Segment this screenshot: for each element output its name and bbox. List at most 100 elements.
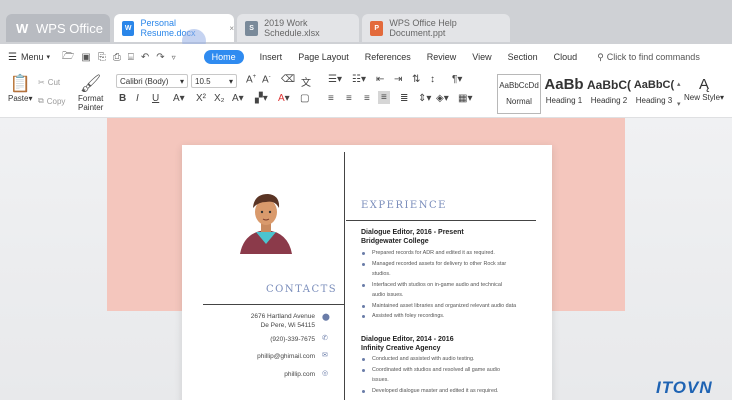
customize-icon[interactable]: ▿ bbox=[172, 53, 176, 62]
contacts-heading: CONTACTS bbox=[266, 284, 338, 295]
website: phillip.com bbox=[284, 371, 315, 378]
font-name-select[interactable]: Calibri (Body) ▾ bbox=[116, 74, 188, 88]
spreadsheet-icon: S bbox=[245, 20, 259, 36]
decrease-indent-icon[interactable]: ⇤ bbox=[376, 74, 384, 85]
shading-icon[interactable]: ◈▾ bbox=[436, 93, 449, 104]
clear-format-icon[interactable]: ⌫ bbox=[281, 74, 295, 85]
menu-button[interactable]: ☰ Menu ▾ bbox=[8, 52, 50, 63]
line-spacing-icon[interactable]: ↕ bbox=[430, 74, 435, 85]
experience-rule bbox=[346, 220, 536, 221]
phonetic-icon[interactable]: 文 bbox=[301, 74, 311, 89]
job-1-header: Dialogue Editor, 2016 - Present Bridgewa… bbox=[361, 229, 464, 245]
print-icon[interactable]: ⎙ bbox=[113, 52, 121, 63]
tab-review[interactable]: Review bbox=[427, 52, 457, 62]
tab-insert[interactable]: Insert bbox=[260, 52, 283, 62]
italic-icon[interactable]: I bbox=[136, 93, 139, 104]
numbering-icon[interactable]: ☷▾ bbox=[352, 74, 366, 85]
tab-home[interactable]: Home bbox=[203, 50, 244, 64]
presentation-icon: P bbox=[370, 20, 384, 36]
column-divider bbox=[344, 152, 345, 400]
quick-access-toolbar: 🗁 ▣ ⎘ ⎙ ⌸ ↶ ↷ ▿ bbox=[62, 49, 176, 66]
copy-button[interactable]: ⧉ Copy bbox=[38, 96, 65, 106]
scissors-icon: ✂ bbox=[38, 78, 45, 87]
paste-button[interactable]: 📋 Paste▾ bbox=[8, 74, 32, 103]
hamburger-icon: ☰ bbox=[8, 51, 17, 63]
cut-button[interactable]: ✂ Cut bbox=[38, 78, 60, 87]
app-brand[interactable]: W WPS Office bbox=[6, 14, 110, 42]
find-commands[interactable]: ⚲ Click to find commands bbox=[597, 52, 700, 63]
tab-bar: W WPS Office W Personal Resume.docx × S … bbox=[0, 0, 732, 44]
chevron-down-icon: ▾ bbox=[228, 76, 233, 86]
list-item: Coordinated with studios and resolved al… bbox=[362, 365, 546, 376]
borders-icon[interactable]: ▦▾ bbox=[458, 93, 472, 104]
tab-page-layout[interactable]: Page Layout bbox=[298, 52, 349, 62]
list-item-continuation: issues. bbox=[372, 377, 389, 383]
list-item: Conducted and assisted with audio testin… bbox=[362, 354, 546, 365]
align-center-icon[interactable]: ≡ bbox=[346, 93, 352, 104]
export-icon[interactable]: ⎘ bbox=[98, 52, 106, 63]
job-2-header: Dialogue Editor, 2014 - 2016 Infinity Cr… bbox=[361, 336, 454, 352]
align-left-icon[interactable]: ≡ bbox=[328, 93, 334, 104]
bold-icon[interactable]: B bbox=[119, 93, 126, 104]
underline-icon[interactable]: U bbox=[152, 93, 159, 104]
location-pin-icon: ⬤ bbox=[322, 314, 330, 321]
tab-label: 2019 Work Schedule.xlsx bbox=[264, 18, 320, 38]
app-name: WPS Office bbox=[36, 20, 103, 36]
print-preview-icon[interactable]: ⌸ bbox=[128, 52, 134, 63]
phone: (920)-339-7675 bbox=[270, 336, 315, 343]
save-icon[interactable]: ▣ bbox=[81, 52, 90, 63]
tab-references[interactable]: References bbox=[365, 52, 411, 62]
list-item: Developed dialogue master and edited it … bbox=[362, 386, 546, 397]
show-marks-icon[interactable]: ¶▾ bbox=[452, 74, 462, 85]
envelope-icon: ✉ bbox=[322, 352, 328, 359]
tab-help-document[interactable]: P WPS Office Help Document.ppt bbox=[362, 14, 510, 42]
justify-icon[interactable]: ≡ bbox=[378, 91, 390, 104]
new-style-button[interactable]: Ą New Style▾ bbox=[684, 76, 724, 102]
text-effect-icon[interactable]: A▾ bbox=[232, 93, 244, 104]
subscript-icon[interactable]: X₂ bbox=[214, 93, 225, 104]
close-icon[interactable]: × bbox=[229, 24, 234, 33]
highlight-icon[interactable]: ▞▾ bbox=[255, 93, 268, 104]
style-gallery: AaBbCcDd Normal AaBb Heading 1 AaBbC( He… bbox=[497, 74, 685, 114]
increase-indent-icon[interactable]: ⇥ bbox=[394, 74, 402, 85]
style-heading-3[interactable]: AaBbC( Heading 3 bbox=[632, 74, 676, 114]
tab-section[interactable]: Section bbox=[508, 52, 538, 62]
undo-icon[interactable]: ↶ bbox=[141, 52, 149, 63]
font-size-select[interactable]: 10.5 ▾ bbox=[191, 74, 237, 88]
sort-icon[interactable]: ⇅ bbox=[412, 74, 420, 85]
tab-cloud[interactable]: Cloud bbox=[554, 52, 578, 62]
increase-font-icon[interactable]: A+ bbox=[246, 74, 256, 85]
align-right-icon[interactable]: ≡ bbox=[364, 93, 370, 104]
tab-work-schedule[interactable]: S 2019 Work Schedule.xlsx bbox=[237, 14, 359, 42]
char-border-icon[interactable]: ▢ bbox=[300, 93, 309, 104]
superscript-icon[interactable]: X² bbox=[196, 93, 206, 104]
chevron-down-icon: ▾ bbox=[46, 54, 50, 61]
word-doc-icon: W bbox=[122, 20, 135, 36]
line-spacing-list-icon[interactable]: ⇕▾ bbox=[418, 93, 431, 104]
style-heading-1[interactable]: AaBb Heading 1 bbox=[542, 74, 586, 114]
decrease-font-icon[interactable]: A- bbox=[262, 74, 271, 85]
profile-avatar bbox=[240, 194, 292, 254]
distributed-icon[interactable]: ≣ bbox=[400, 93, 408, 104]
format-painter-button[interactable]: 🖌 Format Painter bbox=[78, 74, 103, 112]
chevron-down-icon: ▾ bbox=[179, 76, 184, 86]
style-normal[interactable]: AaBbCcDd Normal bbox=[497, 74, 541, 114]
strikethrough-icon[interactable]: A▾ bbox=[173, 93, 185, 104]
list-item-continuation: audio issues. bbox=[372, 292, 404, 298]
list-item: Managed recorded assets for delivery to … bbox=[362, 259, 546, 270]
address: 2676 Hartland Avenue De Pere, Wi 54115 bbox=[250, 313, 315, 329]
open-folder-icon[interactable]: 🗁 bbox=[62, 49, 74, 66]
bullets-icon[interactable]: ☰▾ bbox=[328, 74, 342, 85]
font-color-icon[interactable]: A▾ bbox=[278, 93, 290, 104]
tab-view[interactable]: View bbox=[472, 52, 491, 62]
tab-label: WPS Office Help Document.ppt bbox=[389, 18, 457, 38]
contacts-rule bbox=[203, 304, 344, 305]
menu-row: ☰ Menu ▾ 🗁 ▣ ⎘ ⎙ ⌸ ↶ ↷ ▿ Home Insert Pag… bbox=[0, 44, 732, 70]
redo-icon[interactable]: ↷ bbox=[156, 52, 164, 63]
style-heading-2[interactable]: AaBbC( Heading 2 bbox=[587, 74, 631, 114]
tab-personal-resume[interactable]: W Personal Resume.docx × bbox=[114, 14, 234, 42]
copy-icon: ⧉ bbox=[38, 96, 44, 105]
list-item: Interfaced with studios on in-game audio… bbox=[362, 280, 546, 291]
job-1-bullets: Prepared records for ADR and edited it a… bbox=[362, 248, 546, 322]
ribbon-toolbar: 📋 Paste▾ ✂ Cut ⧉ Copy 🖌 Format Painter C… bbox=[0, 70, 732, 118]
